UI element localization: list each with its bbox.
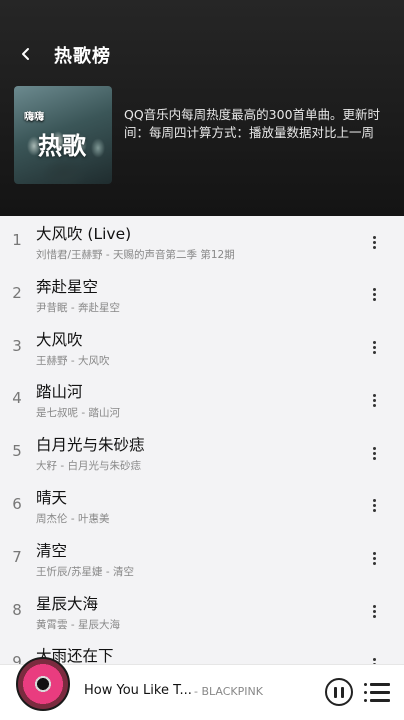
song-subtitle: 王忻辰/苏星婕 - 清空 <box>36 565 135 578</box>
back-arrow-icon <box>22 48 29 60</box>
more-options-icon[interactable] <box>366 549 382 569</box>
song-title: 奔赴星空 <box>36 277 99 296</box>
song-list: 1 大风吹 (Live) 刘惜君/王赫野 - 天赐的声音第二季 第12期 2 奔… <box>0 216 404 664</box>
chart-cover-image: 嗨嗨 热歌 <box>14 86 112 184</box>
song-rank: 2 <box>12 283 22 302</box>
top-bar: 热歌榜 <box>0 36 404 76</box>
song-rank: 5 <box>12 442 22 461</box>
more-options-icon[interactable] <box>366 285 382 305</box>
song-row[interactable]: 2 奔赴星空 尹昔眠 - 奔赴星空 <box>0 269 404 322</box>
song-rank: 1 <box>12 231 22 249</box>
more-options-icon[interactable] <box>366 496 382 516</box>
song-row[interactable]: 5 白月光与朱砂痣 大籽 - 白月光与朱砂痣 <box>0 427 404 480</box>
song-subtitle: 是七叔呢 - 踏山河 <box>36 407 120 420</box>
more-options-icon[interactable] <box>366 443 382 463</box>
more-options-icon[interactable] <box>366 338 382 358</box>
page-title: 热歌榜 <box>54 46 111 67</box>
more-options-icon[interactable] <box>366 390 382 410</box>
song-rank: 8 <box>12 600 22 619</box>
cover-show-name: 嗨嗨 <box>24 112 44 123</box>
now-playing-album-art[interactable] <box>16 657 70 711</box>
song-rank: 7 <box>12 547 22 566</box>
pause-icon <box>334 686 337 698</box>
now-playing-title: How You Like T... <box>84 683 192 698</box>
song-row[interactable]: 6 晴天 周杰伦 - 叶惠美 <box>0 480 404 533</box>
song-rank: 4 <box>12 389 22 408</box>
playlist-button[interactable] <box>364 680 390 704</box>
more-options-icon[interactable] <box>366 602 382 622</box>
pause-button[interactable] <box>325 678 353 706</box>
song-subtitle: 王赫野 - 大风吹 <box>36 354 110 367</box>
song-row[interactable]: 7 清空 王忻辰/苏星婕 - 清空 <box>0 533 404 586</box>
song-title: 大风吹 (Live) <box>36 225 132 243</box>
song-title: 晴天 <box>36 488 68 507</box>
cover-title: 热歌 <box>38 132 86 160</box>
song-title: 大风吹 <box>36 330 83 349</box>
chart-header: 热歌榜 嗨嗨 热歌 QQ音乐内每周热度最高的300首单曲。更新时间：每周四计算方… <box>0 0 404 216</box>
mini-player[interactable]: How You Like T... - BLACKPINK <box>0 657 404 720</box>
song-row[interactable]: 9 大雨还在下 <box>0 638 404 664</box>
pause-icon <box>341 686 344 698</box>
song-title: 白月光与朱砂痣 <box>36 436 145 455</box>
song-rank: 9 <box>12 653 22 664</box>
song-subtitle: 周杰伦 - 叶惠美 <box>36 512 110 525</box>
song-rank: 6 <box>12 494 22 513</box>
chart-description: QQ音乐内每周热度最高的300首单曲。更新时间：每周四计算方式：播放量数据对比上… <box>124 107 381 140</box>
song-subtitle: 尹昔眠 - 奔赴星空 <box>36 301 120 314</box>
more-options-icon[interactable] <box>366 654 382 664</box>
song-row[interactable]: 8 星辰大海 黄霄雲 - 星辰大海 <box>0 586 404 639</box>
song-row[interactable]: 3 大风吹 王赫野 - 大风吹 <box>0 322 404 375</box>
song-title: 踏山河 <box>36 383 83 402</box>
song-title: 星辰大海 <box>36 594 99 613</box>
song-subtitle: 黄霄雲 - 星辰大海 <box>36 618 120 631</box>
more-options-icon[interactable] <box>366 232 382 252</box>
back-button[interactable] <box>12 40 40 68</box>
song-row[interactable]: 1 大风吹 (Live) 刘惜君/王赫野 - 天赐的声音第二季 第12期 <box>0 216 404 269</box>
song-subtitle: 大籽 - 白月光与朱砂痣 <box>36 460 141 473</box>
song-row[interactable]: 4 踏山河 是七叔呢 - 踏山河 <box>0 374 404 427</box>
song-title: 清空 <box>36 541 68 560</box>
song-subtitle: 刘惜君/王赫野 - 天赐的声音第二季 第12期 <box>36 249 235 261</box>
now-playing-artist: - BLACKPINK <box>194 685 263 698</box>
song-rank: 3 <box>12 336 22 355</box>
